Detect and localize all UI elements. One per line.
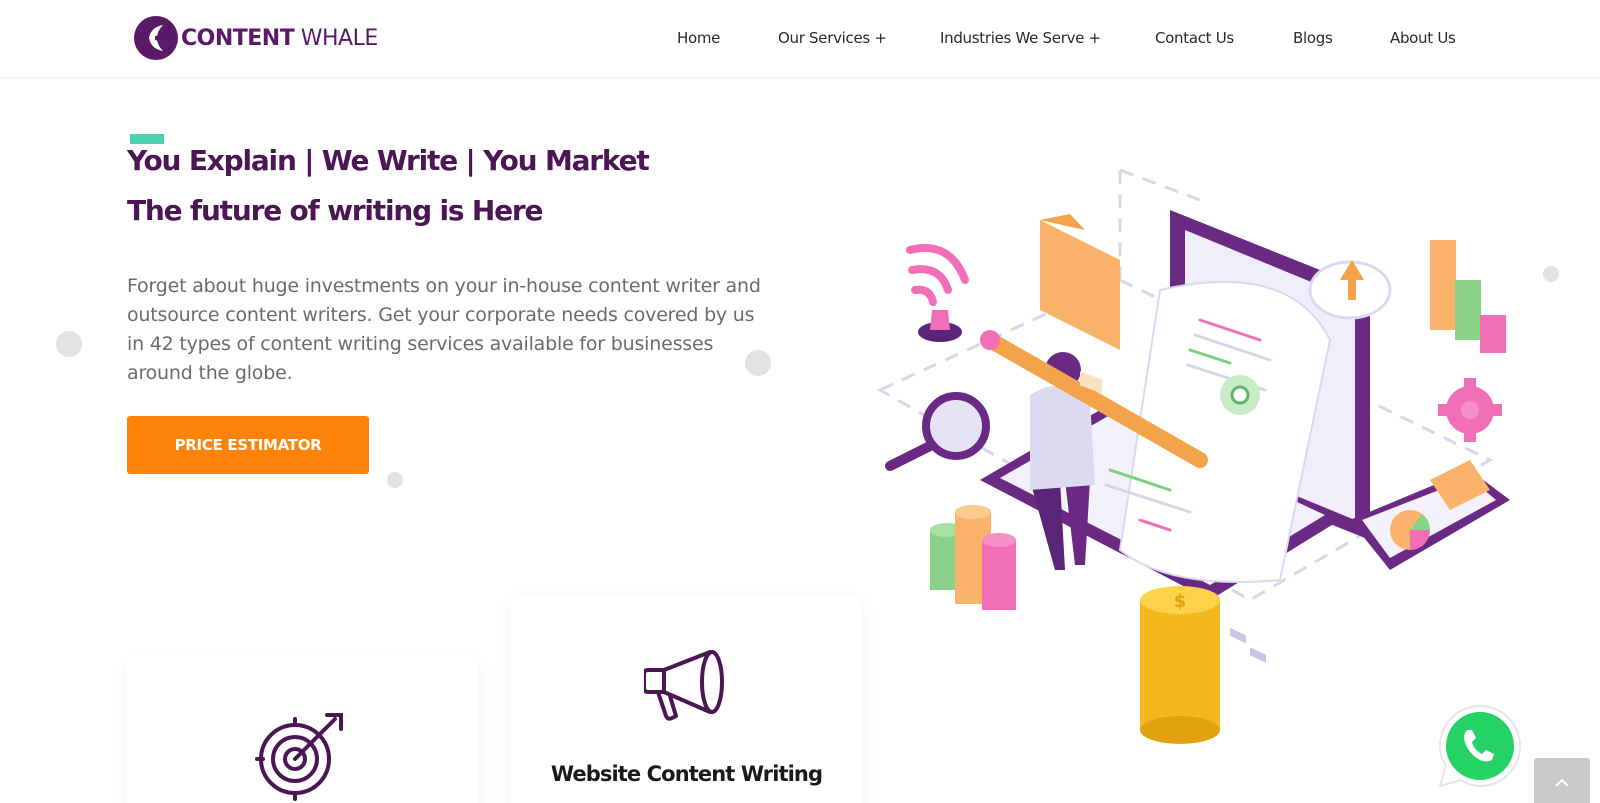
nav-item-blogs[interactable]: Blogs bbox=[1293, 29, 1333, 47]
decorative-dot bbox=[745, 350, 771, 376]
coin-stack-icon: $ bbox=[1140, 586, 1220, 744]
cloud-upload-icon bbox=[1308, 260, 1392, 320]
price-estimator-button[interactable]: PRICE ESTIMATOR bbox=[127, 416, 369, 474]
service-card[interactable] bbox=[127, 657, 478, 803]
decorative-dot bbox=[387, 472, 403, 488]
chevron-up-icon bbox=[1555, 778, 1569, 787]
hero-subheadline: The future of writing is Here bbox=[127, 194, 544, 227]
svg-text:$: $ bbox=[1174, 591, 1187, 612]
nav-item-our-services[interactable]: Our Services + bbox=[778, 29, 887, 47]
headline-accent-bar bbox=[130, 134, 164, 144]
hero-headline: You Explain | We Write | You Market bbox=[127, 144, 650, 177]
hero-illustration: $ bbox=[876, 168, 1510, 744]
pie-chart-icon bbox=[1350, 460, 1510, 570]
megaphone-icon bbox=[644, 650, 724, 721]
whatsapp-icon bbox=[1438, 704, 1522, 788]
service-card-website-content[interactable]: Website Content Writing bbox=[511, 596, 862, 803]
nav-item-about-us[interactable]: About Us bbox=[1390, 29, 1456, 47]
hero-paragraph: Forget about huge investments on your in… bbox=[127, 275, 761, 384]
target-icon bbox=[255, 713, 343, 801]
card-title: Website Content Writing bbox=[550, 762, 823, 786]
wifi-icon bbox=[906, 244, 969, 306]
main-nav: Home Our Services + Industries We Serve … bbox=[0, 0, 1600, 78]
decorative-dot bbox=[1543, 266, 1559, 282]
gear-icon bbox=[1438, 378, 1502, 442]
nav-item-home[interactable]: Home bbox=[677, 29, 720, 47]
bar-chart-icon bbox=[1430, 240, 1506, 353]
whatsapp-chat-button[interactable] bbox=[1434, 700, 1526, 792]
scroll-to-top-button[interactable] bbox=[1534, 758, 1590, 803]
bar-chart-icon bbox=[930, 505, 1016, 610]
magnifier-icon bbox=[885, 392, 990, 471]
nav-item-contact-us[interactable]: Contact Us bbox=[1155, 29, 1234, 47]
site-header: CONTENT WHALE Home Our Services + Indust… bbox=[0, 0, 1600, 78]
decorative-dot bbox=[56, 331, 82, 357]
nav-item-industries[interactable]: Industries We Serve + bbox=[940, 29, 1101, 47]
